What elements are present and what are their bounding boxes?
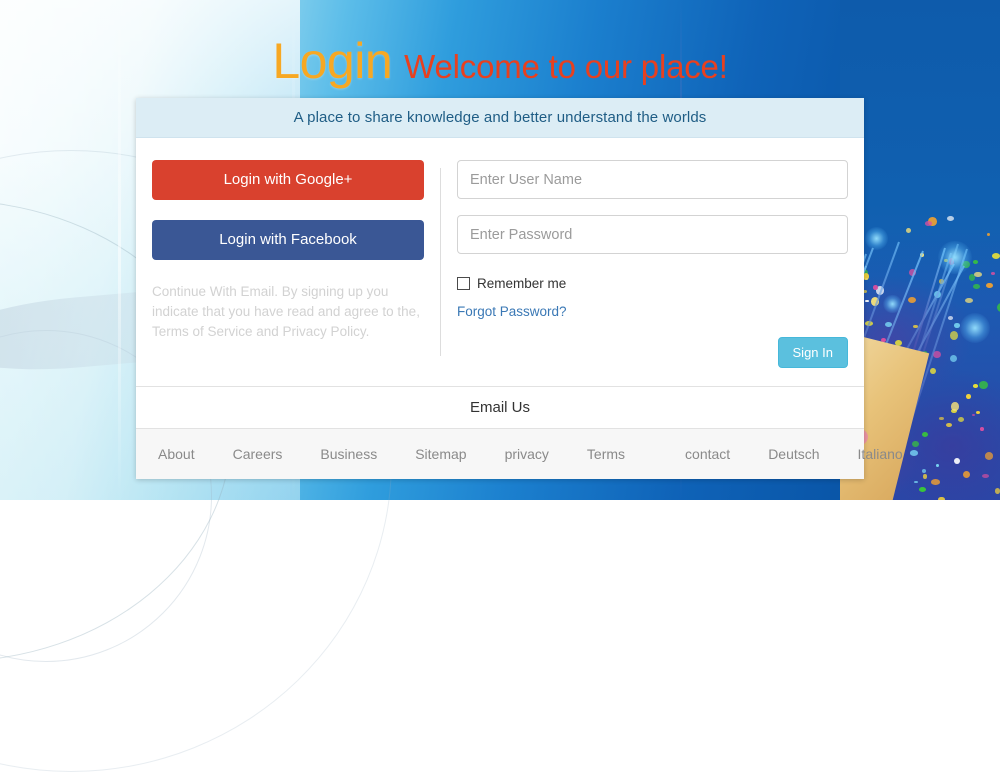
artwork-dot: [966, 394, 971, 399]
artwork-dot: [973, 384, 978, 387]
artwork-glow: [865, 227, 888, 250]
terms-and-privacy-text: Continue With Email. By signing up you i…: [152, 282, 424, 342]
artwork-dot: [985, 452, 994, 460]
artwork-dot: [995, 488, 1000, 494]
username-field-wrap: [457, 160, 848, 199]
footer-links-left: About Careers Business Sitemap privacy Terms: [158, 446, 625, 462]
artwork-dot: [931, 479, 940, 485]
footer-link-terms[interactable]: Terms: [587, 446, 625, 462]
artwork-dot: [950, 355, 958, 363]
artwork-dot: [948, 316, 953, 320]
footer-link-careers[interactable]: Careers: [233, 446, 283, 462]
remember-me-checkbox[interactable]: [457, 277, 470, 290]
artwork-dot: [954, 458, 960, 464]
remember-me-row: Remember me: [457, 276, 848, 291]
artwork-dot: [974, 272, 981, 277]
page-title-welcome: Welcome to our place!: [404, 48, 728, 85]
artwork-dot: [906, 228, 911, 233]
login-with-google-button[interactable]: Login with Google+: [152, 160, 424, 200]
card-body: Login with Google+ Login with Facebook C…: [136, 138, 864, 386]
login-with-facebook-button[interactable]: Login with Facebook: [152, 220, 424, 260]
artwork-glow: [960, 313, 990, 343]
signin-row: Sign In: [457, 337, 848, 368]
artwork-dot: [922, 432, 928, 437]
card-header: A place to share knowledge and better un…: [136, 98, 864, 138]
login-card: A place to share knowledge and better un…: [136, 98, 864, 479]
artwork-dot: [973, 284, 980, 289]
page-title: Login Welcome to our place!: [0, 36, 1000, 86]
footer-link-about[interactable]: About: [158, 446, 195, 462]
footer-link-sitemap[interactable]: Sitemap: [415, 446, 466, 462]
remember-me-label: Remember me: [477, 276, 566, 291]
username-input[interactable]: [457, 160, 848, 199]
artwork-dot: [914, 481, 918, 483]
sign-in-button[interactable]: Sign In: [778, 337, 848, 368]
email-us-link[interactable]: Email Us: [470, 399, 530, 416]
footer-links-right: contact Deutsch Italiano: [685, 446, 903, 462]
password-input[interactable]: [457, 215, 848, 254]
credentials-column: Remember me Forgot Password? Sign In: [441, 160, 864, 368]
artwork-glow: [883, 295, 902, 314]
artwork-dot: [873, 285, 878, 290]
footer-link-italiano[interactable]: Italiano: [858, 446, 903, 462]
artwork-dot: [908, 297, 916, 303]
artwork-dot: [982, 474, 989, 478]
email-us-row: Email Us: [136, 386, 864, 428]
password-field-wrap: [457, 215, 848, 254]
artwork-dot: [976, 411, 980, 414]
artwork-dot: [936, 464, 939, 467]
artwork-dot: [925, 221, 932, 226]
footer-navigation: AboutCareersBusinessSitemapprivacyTerms …: [136, 428, 864, 479]
forgot-password-link[interactable]: Forgot Password?: [457, 304, 567, 319]
footer-link-contact[interactable]: contact: [685, 446, 730, 462]
artwork-dot: [930, 368, 936, 374]
artwork-dot: [919, 487, 926, 492]
page-title-login: Login: [272, 33, 392, 89]
card-subtitle: A place to share knowledge and better un…: [294, 109, 707, 126]
artwork-dot: [951, 402, 959, 410]
artwork-dot: [946, 423, 952, 427]
artwork-dot: [980, 427, 984, 431]
footer-link-privacy[interactable]: privacy: [505, 446, 549, 462]
footer-link-deutsch[interactable]: Deutsch: [768, 446, 819, 462]
artwork-dot: [979, 381, 988, 389]
artwork-dot: [910, 450, 918, 456]
footer-link-business[interactable]: Business: [320, 446, 377, 462]
artwork-dot: [991, 272, 995, 275]
social-login-column: Login with Google+ Login with Facebook C…: [136, 160, 440, 368]
